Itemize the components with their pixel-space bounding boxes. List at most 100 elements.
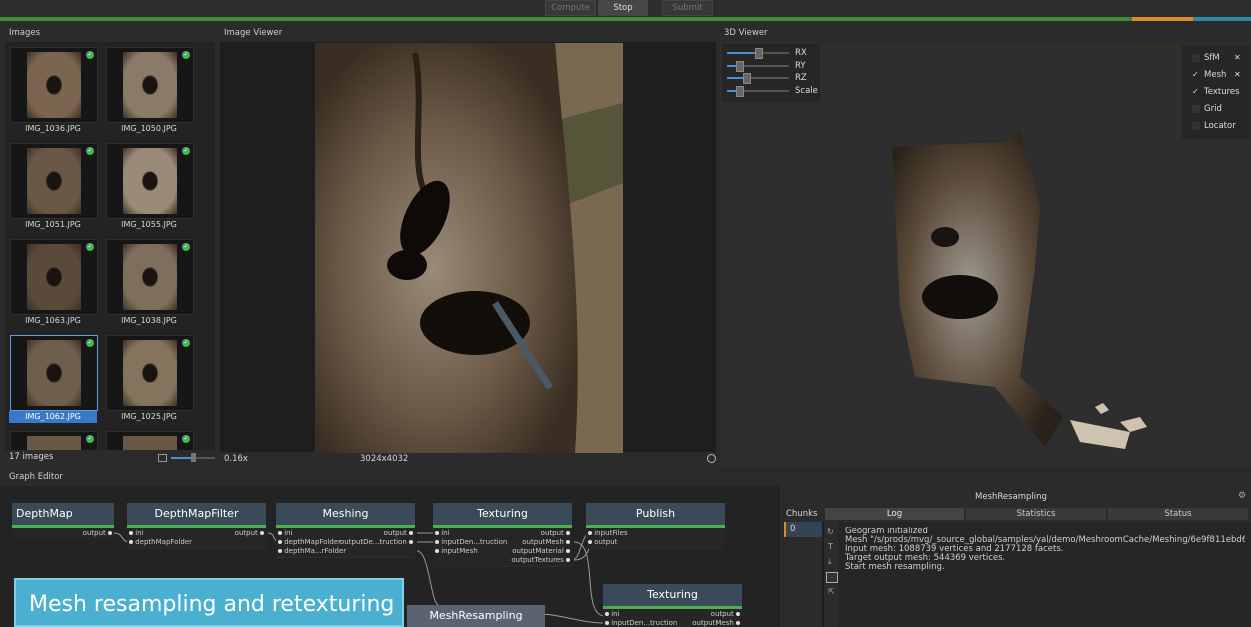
node-texturing-2[interactable]: Texturing ini inputDen...truction output… [603, 584, 742, 627]
stop-button[interactable]: Stop [598, 0, 648, 16]
chunk-item[interactable]: 0 [784, 522, 824, 537]
thumbnail-label[interactable]: IMG_1050.JPG [105, 123, 193, 135]
thumbnail-label[interactable]: IMG_1055.JPG [105, 219, 193, 231]
slider-knob[interactable] [736, 60, 745, 72]
tab-status[interactable]: Status [1108, 508, 1248, 520]
scroll-bottom-icon[interactable]: ⤓ [828, 557, 832, 567]
text-icon[interactable]: T [828, 542, 833, 551]
layer-checkbox[interactable] [1192, 122, 1200, 130]
image-thumbnail[interactable]: ✓ [106, 143, 194, 219]
layer-grid[interactable]: Grid [1192, 103, 1247, 115]
input-port[interactable] [435, 531, 439, 535]
zoom-level: 0.16x [224, 454, 248, 464]
terminal-icon[interactable] [826, 572, 838, 583]
input-port[interactable] [129, 531, 133, 535]
node-publish[interactable]: Publish inputFiles output [586, 503, 725, 549]
3d-viewer[interactable] [720, 42, 1251, 466]
port-label: inputDen...truction [441, 538, 508, 546]
close-icon[interactable]: ✕ [1234, 52, 1241, 64]
image-thumbnail[interactable]: ✓ [106, 47, 194, 123]
slider-scale[interactable]: Scale [727, 85, 827, 97]
image-thumbnail[interactable]: ✓ [10, 431, 98, 451]
compute-button[interactable]: Compute [545, 0, 596, 16]
output-port[interactable] [566, 558, 570, 562]
port-label: ini [135, 529, 144, 537]
port-label: ini [284, 529, 293, 537]
slider-rx[interactable]: RX [727, 48, 827, 59]
gear-icon[interactable]: ⚙ [1238, 491, 1246, 501]
slider-knob[interactable] [191, 453, 196, 462]
thumbnail-label[interactable]: IMG_1025.JPG [105, 411, 193, 423]
input-port[interactable] [129, 540, 133, 544]
slider-knob[interactable] [736, 85, 745, 97]
layer-sfm[interactable]: SfM ✕ [1192, 52, 1247, 64]
slider-knob[interactable] [755, 48, 763, 59]
node-depthmap[interactable]: DepthMap output [12, 503, 114, 539]
image-thumbnail[interactable]: ✓ [10, 335, 98, 411]
tree-photo [315, 43, 623, 453]
image-resolution: 3024x4032 [360, 454, 409, 464]
layer-textures[interactable]: ✓ Textures [1192, 86, 1247, 98]
tab-log[interactable]: Log [825, 508, 964, 520]
node-meshing[interactable]: Meshing ini depthMapFolder depthMa...rFo… [276, 503, 415, 558]
node-publish-title: Publish [586, 503, 725, 528]
output-port[interactable] [108, 531, 112, 535]
input-port[interactable] [278, 540, 282, 544]
close-icon[interactable]: ✕ [1234, 69, 1241, 81]
layer-checkbox[interactable] [1192, 54, 1200, 62]
input-port[interactable] [278, 531, 282, 535]
slider-ry[interactable]: RY [727, 60, 827, 72]
layer-checkbox[interactable]: ✓ [1192, 71, 1200, 79]
submit-button[interactable]: Submit [662, 0, 713, 16]
slider-rz[interactable]: RZ [727, 73, 827, 84]
output-port[interactable] [260, 531, 264, 535]
input-port[interactable] [588, 531, 592, 535]
refresh-icon[interactable]: ↻ [827, 527, 834, 536]
top-toolbar: Compute Stop Submit [0, 0, 1251, 18]
node-texturing[interactable]: Texturing ini inputDen...truction inputM… [433, 503, 572, 567]
slider-knob[interactable] [742, 73, 751, 84]
thumbnail-label[interactable]: IMG_1051.JPG [9, 219, 97, 231]
image-thumbnail[interactable]: ✓ [10, 239, 98, 315]
node-depthmapfilter[interactable]: DepthMapFilter ini depthMapFolder output [127, 503, 266, 549]
node-meshresampling[interactable]: MeshResampling [407, 605, 545, 627]
output-port[interactable] [566, 549, 570, 553]
layer-checkbox[interactable]: ✓ [1192, 88, 1200, 96]
layer-mesh[interactable]: ✓ Mesh ✕ [1192, 69, 1247, 81]
output-port[interactable] [409, 540, 413, 544]
image-thumbnail[interactable]: ✓ [106, 335, 194, 411]
layer-checkbox[interactable] [1192, 105, 1200, 113]
image-viewer-title: Image Viewer [224, 28, 283, 38]
thumbnail-label[interactable]: IMG_1038.JPG [105, 315, 193, 327]
image-thumbnail[interactable]: ✓ [106, 239, 194, 315]
input-port[interactable] [588, 540, 592, 544]
port-label: output [383, 529, 407, 537]
info-icon[interactable] [707, 454, 716, 463]
check-icon: ✓ [86, 147, 94, 155]
input-port[interactable] [435, 549, 439, 553]
output-port[interactable] [566, 531, 570, 535]
image-thumbnail[interactable]: ✓ [106, 431, 194, 451]
layer-locator[interactable]: Locator [1192, 120, 1247, 132]
output-port[interactable] [566, 540, 570, 544]
thumbnail-size-slider[interactable] [171, 453, 215, 462]
input-port[interactable] [605, 612, 609, 616]
port-label: outputTextures [511, 556, 564, 564]
3d-viewer-title: 3D Viewer [724, 28, 768, 38]
thumbnail-label[interactable]: IMG_1036.JPG [9, 123, 97, 135]
input-port[interactable] [435, 540, 439, 544]
image-viewer[interactable]: 0.16x 3024x4032 [220, 42, 716, 464]
input-port[interactable] [278, 549, 282, 553]
image-thumbnail[interactable]: ✓ [10, 143, 98, 219]
images-panel-title: Images [9, 28, 41, 38]
thumbnail-label[interactable]: IMG_1062.JPG [9, 411, 97, 423]
graph-editor-title: Graph Editor [9, 472, 63, 482]
image-thumbnail[interactable]: ✓ [10, 47, 98, 123]
output-port[interactable] [409, 531, 413, 535]
tab-statistics[interactable]: Statistics [966, 508, 1106, 520]
external-link-icon[interactable]: ⇱ [828, 587, 835, 596]
input-port[interactable] [605, 621, 609, 625]
output-port[interactable] [736, 621, 740, 625]
output-port[interactable] [736, 612, 740, 616]
thumbnail-label[interactable]: IMG_1063.JPG [9, 315, 97, 327]
